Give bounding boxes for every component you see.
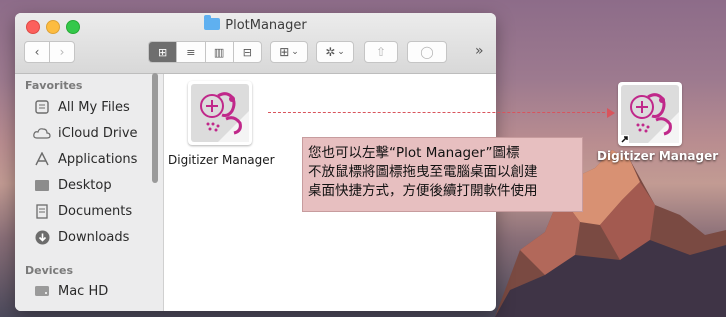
sidebar-item-all-my-files[interactable]: All My Files [33, 97, 130, 117]
sidebar-item-desktop[interactable]: Desktop [33, 175, 112, 195]
desktop-shortcut-icon[interactable] [618, 82, 682, 146]
note-line: 您也可以左擊“Plot Manager”圖標 [308, 145, 520, 161]
sidebar-item-label: All My Files [58, 99, 130, 115]
window-title-text: PlotManager [225, 18, 307, 33]
desktop-shortcut-label: Digitizer Manager [597, 149, 719, 163]
arrange-menu-button[interactable]: ⊞ ⌄ [270, 41, 308, 63]
folder-icon [204, 15, 221, 30]
sidebar-item-icloud-drive[interactable]: iCloud Drive [33, 123, 138, 143]
grid-icon: ⊞ [158, 45, 168, 59]
sidebar-item-label: Documents [58, 203, 133, 219]
columns-icon: ▥ [213, 45, 225, 59]
documents-icon [33, 203, 51, 219]
chevron-down-icon: ⌄ [337, 47, 345, 57]
sidebar-item-label: Applications [58, 151, 138, 167]
drag-arrow-icon [607, 108, 615, 118]
back-button[interactable]: ‹ [24, 41, 50, 63]
icon-view-button[interactable]: ⊞ [149, 42, 178, 62]
drag-path-line [268, 112, 610, 113]
list-icon: ≡ [186, 45, 196, 59]
hard-drive-icon [33, 283, 51, 299]
gallery-icon: ⊟ [242, 45, 252, 59]
edit-tags-button[interactable]: ◯ [407, 41, 447, 63]
plot-manager-logo [620, 85, 679, 144]
desktop-icon [33, 177, 51, 193]
tag-icon: ◯ [420, 45, 434, 59]
sidebar-item-label: iCloud Drive [58, 125, 138, 141]
note-line: 桌面快捷方式，方便後續打開軟件使用 [308, 183, 538, 199]
all-files-icon [33, 99, 51, 115]
note-line: 不放鼠標將圖標拖曳至電腦桌面以創建 [308, 164, 538, 180]
chevron-double-right-icon: » [475, 43, 484, 59]
sidebar-item-applications[interactable]: Applications [33, 149, 137, 169]
window-title: PlotManager [15, 15, 496, 33]
chevron-down-icon: ⌄ [291, 47, 299, 57]
sidebar: Favorites All My Files iCloud Drive Appl… [15, 74, 164, 311]
column-view-button[interactable]: ▥ [206, 42, 234, 62]
gallery-view-button[interactable]: ⊟ [234, 42, 261, 62]
cloud-icon [33, 125, 51, 141]
sidebar-item-label: Desktop [58, 177, 112, 193]
applications-icon [33, 151, 51, 167]
sidebar-item-downloads[interactable]: Downloads [33, 227, 129, 247]
plot-manager-logo [191, 84, 249, 142]
app-label: Digitizer Manager [168, 153, 275, 167]
devices-header: Devices [25, 264, 74, 277]
sidebar-item-mac-hd[interactable]: Mac HD [33, 281, 108, 301]
arrange-icon: ⊞ [279, 45, 290, 59]
sidebar-item-label: Mac HD [58, 283, 109, 299]
gear-icon: ✲ [325, 45, 336, 59]
chevron-left-icon: ‹ [34, 45, 40, 59]
digitizer-manager-app-icon[interactable] [188, 81, 252, 145]
downloads-icon [33, 229, 51, 245]
view-mode-segmented-control: ⊞ ≡ ▥ ⊟ [148, 41, 262, 63]
window-titlebar: PlotManager ‹ › ⊞ ≡ ▥ ⊟ ⊞ ⌄ ✲ ⌄ ⇧ ◯ » [15, 13, 496, 74]
favorites-header: Favorites [25, 79, 83, 92]
list-view-button[interactable]: ≡ [177, 42, 206, 62]
instruction-note: 您也可以左擊“Plot Manager”圖標 不放鼠標將圖標拖曳至電腦桌面以創建… [302, 137, 583, 212]
forward-button[interactable]: › [49, 41, 75, 63]
chevron-right-icon: › [59, 45, 65, 59]
sidebar-item-label: Downloads [58, 229, 130, 245]
share-icon: ⇧ [375, 45, 387, 59]
sidebar-scrollbar[interactable] [152, 73, 158, 183]
action-menu-button[interactable]: ✲ ⌄ [316, 41, 354, 63]
toolbar-overflow-button[interactable]: » [475, 43, 484, 59]
share-button[interactable]: ⇧ [364, 41, 398, 63]
sidebar-item-documents[interactable]: Documents [33, 201, 132, 221]
